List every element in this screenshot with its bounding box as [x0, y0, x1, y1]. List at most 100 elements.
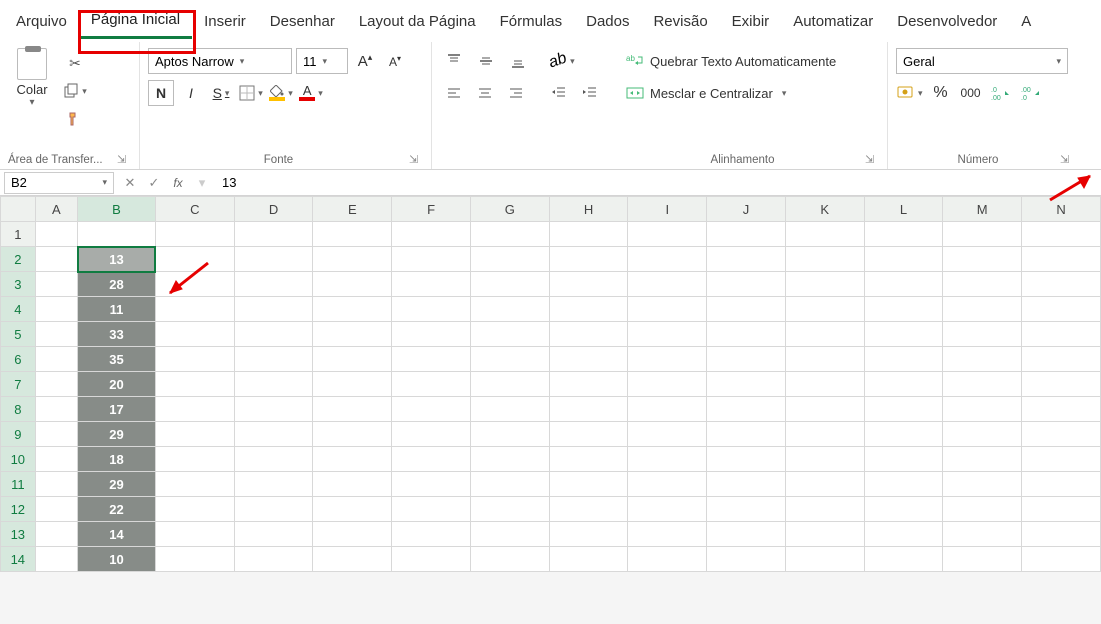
cell-G8[interactable] [470, 397, 549, 422]
cell-G5[interactable] [470, 322, 549, 347]
cell-H3[interactable] [549, 272, 628, 297]
align-top-button[interactable] [440, 48, 468, 74]
cell-C7[interactable] [155, 372, 234, 397]
percent-button[interactable]: % [928, 80, 954, 106]
cell-H14[interactable] [549, 547, 628, 572]
tab-pagina-inicial[interactable]: Página Inicial [79, 3, 192, 39]
insert-function-button[interactable]: fx [166, 176, 190, 190]
cell-J7[interactable] [707, 372, 786, 397]
cell-N5[interactable] [1022, 322, 1101, 347]
align-center-button[interactable] [471, 80, 498, 106]
cell-D14[interactable] [234, 547, 313, 572]
cell-F5[interactable] [392, 322, 471, 347]
cell-F7[interactable] [392, 372, 471, 397]
cell-N10[interactable] [1022, 447, 1101, 472]
align-bottom-button[interactable] [504, 48, 532, 74]
cell-D3[interactable] [234, 272, 313, 297]
cell-D9[interactable] [234, 422, 313, 447]
decrease-decimal-button[interactable]: .00.0 [1018, 80, 1044, 106]
cell-I7[interactable] [628, 372, 707, 397]
cell-K13[interactable] [785, 522, 864, 547]
cell-A10[interactable] [35, 447, 77, 472]
cell-K1[interactable] [785, 222, 864, 247]
cell-L1[interactable] [864, 222, 943, 247]
cut-button[interactable]: ✂ [62, 52, 88, 74]
row-header-8[interactable]: 8 [1, 397, 36, 422]
cell-E11[interactable] [313, 472, 392, 497]
tab-desenvolvedor[interactable]: Desenvolvedor [885, 5, 1009, 38]
bold-button[interactable]: N [148, 80, 174, 106]
cell-I3[interactable] [628, 272, 707, 297]
cell-M13[interactable] [943, 522, 1022, 547]
column-header-I[interactable]: I [628, 197, 707, 222]
column-header-M[interactable]: M [943, 197, 1022, 222]
cell-E12[interactable] [313, 497, 392, 522]
cell-C10[interactable] [155, 447, 234, 472]
cell-D4[interactable] [234, 297, 313, 322]
cell-M1[interactable] [943, 222, 1022, 247]
cell-I9[interactable] [628, 422, 707, 447]
cell-E2[interactable] [313, 247, 392, 272]
cell-D1[interactable] [234, 222, 313, 247]
cell-G6[interactable] [470, 347, 549, 372]
cell-L4[interactable] [864, 297, 943, 322]
formula-input[interactable] [214, 172, 1101, 194]
cell-K11[interactable] [785, 472, 864, 497]
format-painter-button[interactable] [62, 108, 88, 130]
cell-K5[interactable] [785, 322, 864, 347]
cell-A8[interactable] [35, 397, 77, 422]
select-all-corner[interactable] [1, 197, 36, 222]
cell-A11[interactable] [35, 472, 77, 497]
column-header-B[interactable]: B [78, 197, 156, 222]
increase-decimal-button[interactable]: .0.00 [988, 80, 1014, 106]
cell-J13[interactable] [707, 522, 786, 547]
cell-C12[interactable] [155, 497, 234, 522]
cell-N6[interactable] [1022, 347, 1101, 372]
column-header-H[interactable]: H [549, 197, 628, 222]
decrease-font-button[interactable]: A▾ [382, 48, 408, 74]
cell-I12[interactable] [628, 497, 707, 522]
cell-L8[interactable] [864, 397, 943, 422]
row-header-12[interactable]: 12 [1, 497, 36, 522]
merge-center-button[interactable]: Mesclar e Centralizar ▾ [620, 80, 879, 106]
borders-button[interactable]: ▾ [238, 80, 264, 106]
cell-J5[interactable] [707, 322, 786, 347]
cell-J1[interactable] [707, 222, 786, 247]
cell-B12[interactable]: 22 [78, 497, 156, 522]
cell-B5[interactable]: 33 [78, 322, 156, 347]
cell-K10[interactable] [785, 447, 864, 472]
cell-F1[interactable] [392, 222, 471, 247]
tab-extra[interactable]: A [1009, 5, 1043, 38]
cell-F14[interactable] [392, 547, 471, 572]
cell-F6[interactable] [392, 347, 471, 372]
cell-B10[interactable]: 18 [78, 447, 156, 472]
cell-K6[interactable] [785, 347, 864, 372]
cell-C11[interactable] [155, 472, 234, 497]
cell-B4[interactable]: 11 [78, 297, 156, 322]
cell-F4[interactable] [392, 297, 471, 322]
cell-L3[interactable] [864, 272, 943, 297]
cell-D11[interactable] [234, 472, 313, 497]
cell-L10[interactable] [864, 447, 943, 472]
column-header-N[interactable]: N [1022, 197, 1101, 222]
cell-D12[interactable] [234, 497, 313, 522]
cell-N12[interactable] [1022, 497, 1101, 522]
cell-M4[interactable] [943, 297, 1022, 322]
cell-D13[interactable] [234, 522, 313, 547]
cell-L13[interactable] [864, 522, 943, 547]
cell-M6[interactable] [943, 347, 1022, 372]
cell-F3[interactable] [392, 272, 471, 297]
cell-H1[interactable] [549, 222, 628, 247]
column-header-F[interactable]: F [392, 197, 471, 222]
comma-style-button[interactable]: 000 [958, 80, 984, 106]
cell-H13[interactable] [549, 522, 628, 547]
column-header-D[interactable]: D [234, 197, 313, 222]
row-header-5[interactable]: 5 [1, 322, 36, 347]
cell-E5[interactable] [313, 322, 392, 347]
cell-F12[interactable] [392, 497, 471, 522]
cell-G3[interactable] [470, 272, 549, 297]
cell-B8[interactable]: 17 [78, 397, 156, 422]
row-header-6[interactable]: 6 [1, 347, 36, 372]
row-header-11[interactable]: 11 [1, 472, 36, 497]
cell-H12[interactable] [549, 497, 628, 522]
